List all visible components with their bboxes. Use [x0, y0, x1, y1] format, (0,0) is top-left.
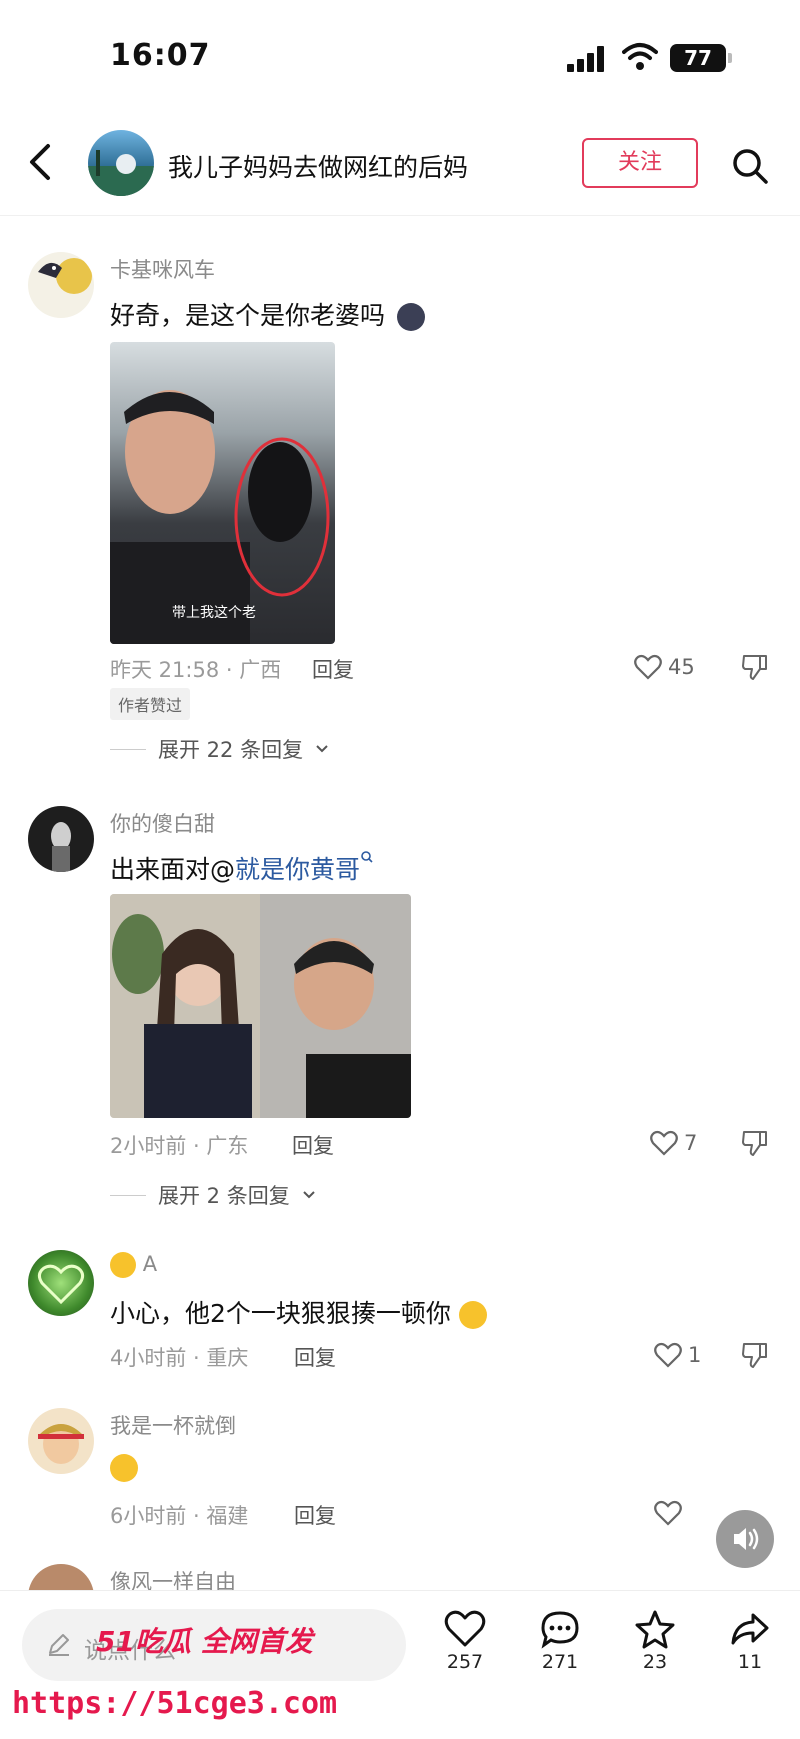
heart-icon	[650, 1130, 678, 1156]
comment-photo[interactable]	[110, 894, 411, 1118]
commenter-avatar[interactable]	[28, 1250, 94, 1316]
heart-icon	[634, 654, 662, 680]
post-title: 我儿子妈妈去做网红的后妈	[168, 153, 469, 182]
heart-icon	[654, 1342, 682, 1368]
watermark-url: https://51cge3.com	[12, 1686, 338, 1721]
expand-replies-button[interactable]: 展开 2 条回复	[110, 1180, 316, 1210]
reply-button[interactable]: 回复	[312, 654, 354, 684]
favorite-post-button[interactable]: 23	[620, 1609, 690, 1673]
like-button[interactable]: 1	[654, 1340, 701, 1370]
comment-time-location: 4小时前 · 重庆	[110, 1346, 249, 1370]
commenter-name[interactable]: A	[110, 1252, 157, 1278]
expand-replies-label: 展开 22 条回复	[158, 738, 304, 762]
comment-time-location: 6小时前 · 福建	[110, 1504, 249, 1528]
reply-button[interactable]: 回复	[292, 1130, 334, 1160]
kiss-emoji-icon	[110, 1252, 136, 1278]
comment-post-button[interactable]: 271	[525, 1609, 595, 1673]
commenter-name[interactable]: 你的傻白甜	[110, 808, 215, 838]
commenter-name[interactable]: 我是一杯就倒	[110, 1410, 236, 1440]
comment-text-content: 小心，他2个一块狠狠揍一顿你	[110, 1299, 451, 1328]
like-count: 45	[668, 655, 695, 679]
comment-bubble-icon	[541, 1611, 579, 1649]
commenter-name-text: A	[142, 1252, 158, 1276]
comment-text-prefix: 出来面对@	[110, 855, 236, 884]
star-icon	[635, 1610, 675, 1649]
thumbs-down-icon[interactable]	[740, 652, 770, 682]
photo-caption: 带上我这个老	[172, 605, 256, 621]
chevron-down-icon	[316, 745, 328, 753]
like-count: 257	[446, 1651, 484, 1673]
commenter-avatar[interactable]	[28, 252, 94, 318]
sticker-emoji-icon	[396, 303, 425, 331]
like-post-button[interactable]: 257	[430, 1609, 500, 1673]
mention-link[interactable]: 就是你黄哥	[235, 855, 360, 884]
heart-icon	[444, 1610, 486, 1647]
comment-photo[interactable]: 带上我这个老	[110, 342, 335, 644]
share-post-button[interactable]: 11	[715, 1609, 785, 1673]
author-liked-badge: 作者赞过	[110, 688, 191, 720]
watermark-brand: 51吃瓜 全网首发	[96, 1625, 313, 1658]
volume-button[interactable]	[716, 1510, 774, 1568]
comment-count: 271	[541, 1651, 579, 1673]
pencil-icon	[49, 1634, 69, 1656]
wifi-icon	[622, 43, 658, 70]
search-icon[interactable]	[730, 146, 770, 186]
follow-button[interactable]: 关注	[582, 138, 698, 188]
like-button[interactable]	[654, 1498, 682, 1528]
expand-replies-label: 展开 2 条回复	[158, 1184, 290, 1208]
heart-icon	[654, 1500, 682, 1526]
commenter-name[interactable]: 卡基咪风车	[110, 254, 215, 284]
cellular-signal-icon	[567, 46, 609, 72]
comment-text: 小心，他2个一块狠狠揍一顿你	[110, 1294, 487, 1330]
status-time: 16:07	[110, 38, 211, 73]
comment-text-content: 好奇，是这个是你老婆吗	[110, 301, 386, 330]
battery-tip	[728, 53, 732, 63]
commenter-avatar[interactable]	[28, 1408, 94, 1474]
back-arrow-icon[interactable]	[26, 142, 56, 182]
comment-text: 好奇，是这个是你老婆吗	[110, 296, 425, 332]
battery-level: 77	[670, 44, 726, 72]
comment-time-location: 2小时前 · 广东	[110, 1134, 249, 1158]
grin-emoji-icon	[458, 1301, 487, 1329]
reply-button[interactable]: 回复	[294, 1500, 336, 1530]
expand-replies-button[interactable]: 展开 22 条回复	[110, 734, 329, 764]
share-count: 11	[737, 1651, 763, 1673]
speaker-icon	[734, 1528, 759, 1550]
like-count: 1	[688, 1343, 702, 1367]
top-nav-bar: 我儿子妈妈去做网红的后妈 关注	[0, 110, 800, 216]
like-count: 7	[684, 1131, 698, 1155]
status-bar: 16:07 77	[0, 0, 800, 110]
commenter-avatar[interactable]	[28, 806, 94, 872]
star-count: 23	[642, 1651, 668, 1673]
share-arrow-icon	[731, 1613, 769, 1645]
thumbs-down-icon[interactable]	[740, 1340, 770, 1370]
author-avatar[interactable]	[88, 130, 154, 196]
expand-divider	[110, 1194, 146, 1196]
like-button[interactable]: 45	[634, 652, 695, 682]
comment-time-location: 昨天 21:58 · 广西	[110, 658, 282, 682]
expand-divider	[110, 748, 146, 750]
thumbs-down-icon[interactable]	[740, 1128, 770, 1158]
grin-emoji-icon	[110, 1454, 138, 1482]
comment-text	[110, 1452, 138, 1482]
like-button[interactable]: 7	[650, 1128, 697, 1158]
reply-button[interactable]: 回复	[294, 1342, 336, 1372]
chevron-down-icon	[303, 1191, 315, 1199]
comment-text: 出来面对@就是你黄哥	[110, 850, 374, 886]
search-mention-icon	[361, 851, 373, 863]
